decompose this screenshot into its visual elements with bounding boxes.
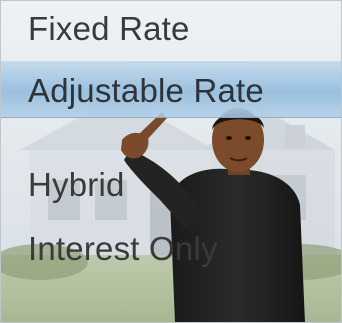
menu-item-fixed-rate[interactable]: Fixed Rate: [28, 12, 342, 45]
menu-item-adjustable-rate[interactable]: Adjustable Rate: [0, 60, 342, 118]
loan-type-menu: Fixed Rate Adjustable Rate Hybrid Intere…: [0, 0, 342, 323]
menu-item-interest-only[interactable]: Interest Only: [28, 232, 342, 265]
menu-item-hybrid[interactable]: Hybrid: [28, 168, 342, 201]
menu-item-label: Adjustable Rate: [28, 72, 264, 109]
mortgage-menu-panel: Fixed Rate Adjustable Rate Hybrid Intere…: [0, 0, 342, 323]
